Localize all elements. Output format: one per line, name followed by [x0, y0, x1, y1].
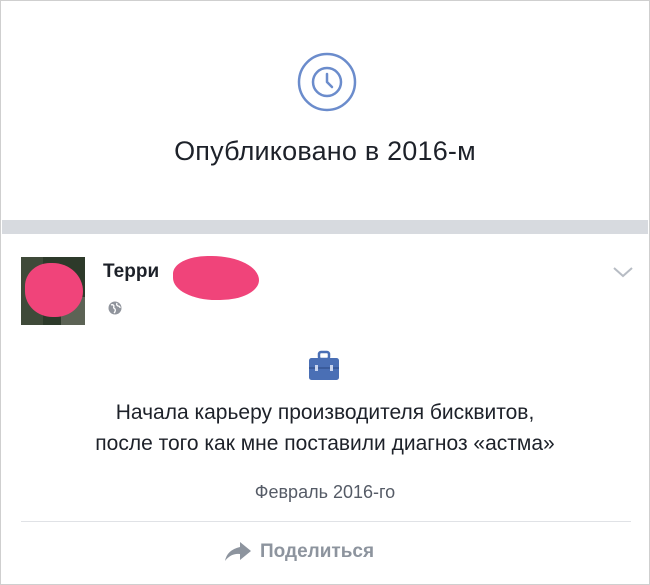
- action-divider: [21, 521, 631, 522]
- post-card: Терри Начала карьеру производителя бискв…: [2, 234, 648, 584]
- story-line: Начала карьеру производителя бисквитов,: [115, 401, 535, 424]
- section-divider: [2, 220, 648, 234]
- screenshot-frame: Опубликовано в 2016-м Терри Начала карье…: [0, 0, 650, 585]
- share-arrow-icon: [225, 542, 251, 561]
- author-name[interactable]: Терри: [103, 261, 159, 283]
- story-line: после того как мне поставили диагноз «ас…: [95, 432, 555, 455]
- memory-title: Опубликовано в 2016-м: [174, 136, 476, 166]
- avatar-redaction: [25, 263, 83, 317]
- event-date: Февраль 2016-го: [254, 482, 396, 502]
- clock-icon: [297, 52, 357, 112]
- memory-header-card: Опубликовано в 2016-м: [2, 2, 648, 220]
- briefcase-icon: [308, 350, 340, 382]
- share-label: Поделиться: [260, 541, 375, 562]
- life-event-text: Начала карьеру производителя бисквитов, …: [2, 397, 648, 459]
- share-button[interactable]: Поделиться: [224, 540, 374, 564]
- globe-icon[interactable]: [108, 301, 122, 315]
- name-redaction: [173, 256, 259, 300]
- chevron-down-icon[interactable]: [612, 265, 634, 279]
- avatar[interactable]: [21, 257, 85, 325]
